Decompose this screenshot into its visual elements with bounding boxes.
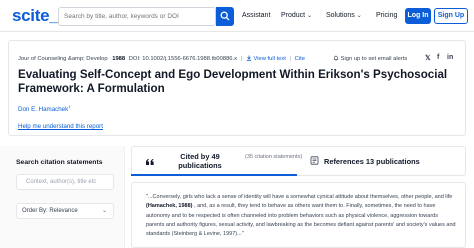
tab-cited-by-label: Cited by 49 publications [178,152,222,170]
snippet-reference: (Hamachek, 1988) [146,203,193,210]
order-by-value: Order By: Relevance [22,208,78,214]
nav-product[interactable]: Product ⌄ [281,12,312,19]
doi: DOI: 10.1002/j.1556-6676.1988.tb00886.x [128,56,238,62]
article-meta: Jour of Counseling &amp; Develop 1988 DO… [18,55,305,62]
tab-references[interactable]: References 13 publications [324,157,420,166]
nav-pricing[interactable]: Pricing [376,12,397,19]
linkedin-icon[interactable]: in [447,54,453,61]
quote-icon [146,159,154,165]
nav-assistant[interactable]: Assistant [242,12,270,19]
chevron-down-icon: ⌄ [101,208,107,214]
scite-logo[interactable]: scite_ [12,6,59,26]
article-title: Evaluating Self-Concept and Ego Developm… [18,68,448,95]
nav-solutions[interactable]: Solutions ⌄ [326,12,362,19]
chevron-down-icon: ⌄ [307,13,313,19]
document-icon [310,156,319,165]
view-full-text-link[interactable]: View full text [253,56,285,62]
login-button[interactable]: Log In [405,8,431,24]
citation-statements-count: (35 citation statements) [245,154,303,160]
snippet-text-before: "...Conversely, girls who lack a sense o… [146,194,453,200]
search-button[interactable] [216,7,234,26]
email-alerts-label: Sign up to set email alerts [340,56,408,62]
search-icon [220,11,230,21]
email-alerts-link[interactable]: Sign up to set email alerts [333,55,407,62]
snippet-text-after: , and, as a result, they tend to behave … [146,203,456,238]
citation-statement-text: "...Conversely, girls who lack a sense o… [146,193,456,239]
cite-link[interactable]: Cite [295,56,305,62]
journal-name: Jour of Counseling &amp; Develop [18,56,108,62]
nav-assistant-label: Assistant [242,12,271,19]
nav-solutions-label: Solutions [326,12,355,19]
meta-divider: | [240,56,243,62]
author-name: Don E. Hamachek [18,106,69,114]
chevron-down-icon: ⌄ [356,13,362,19]
search-citation-label: Search citation statements [16,159,103,166]
order-by-select[interactable]: Order By: Relevance ⌄ [16,203,114,219]
facebook-icon[interactable]: f [437,54,439,61]
nav-pricing-label: Pricing [376,12,398,19]
meta-divider: | [289,56,292,62]
publication-year: 1988 [112,56,126,62]
search-input[interactable] [58,7,216,26]
citation-search-input[interactable]: Context, author(s), title etc [16,174,114,190]
bell-icon [333,55,339,61]
author-link[interactable]: Don E. Hamachek1 [18,104,70,113]
nav-product-label: Product [281,12,306,19]
help-understand-report-link[interactable]: Help me understand this report [18,123,103,130]
download-icon [246,55,252,61]
author-affiliation-marker: 1 [68,104,71,109]
twitter-icon[interactable]: 𝕏 [425,54,431,62]
signup-button[interactable]: Sign Up [434,8,468,24]
